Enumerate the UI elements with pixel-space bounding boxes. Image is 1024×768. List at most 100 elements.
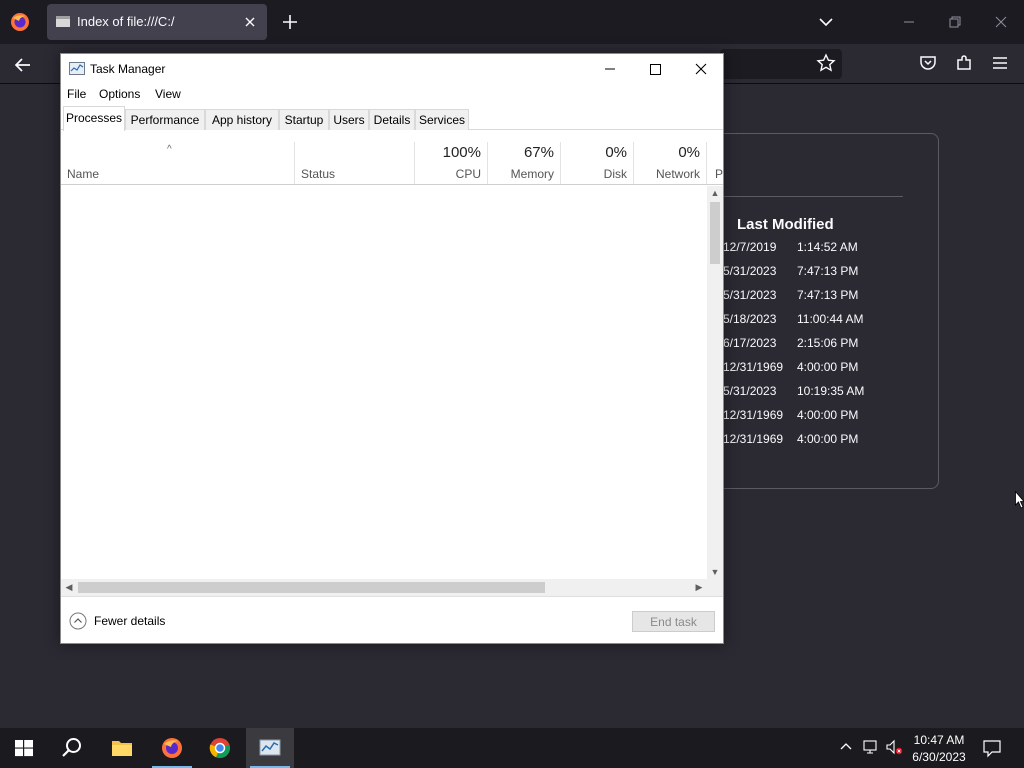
taskbar-firefox[interactable] (148, 728, 196, 768)
column-status[interactable]: Status (295, 142, 415, 184)
column-power-label: P (715, 167, 723, 181)
modified-time: 7:47:13 PM (797, 264, 859, 278)
tab-processes[interactable]: Processes (63, 106, 125, 131)
column-cpu[interactable]: 100% CPU (415, 142, 488, 184)
tab-index-of-file[interactable]: Index of file:///C:/ (47, 4, 267, 40)
disk-percent: 0% (605, 144, 627, 161)
network-percent: 0% (678, 144, 700, 161)
tab-strip: Processes Performance App history Startu… (61, 106, 723, 131)
notification-icon[interactable] (982, 738, 1002, 758)
folder-icon (112, 741, 132, 756)
minimize-icon[interactable] (587, 54, 633, 84)
new-tab-plus-icon[interactable] (280, 12, 300, 32)
menu-bar: File Options View (61, 84, 723, 104)
menu-options[interactable]: Options (99, 87, 140, 101)
volume-muted-icon[interactable] (885, 738, 903, 756)
tab-services[interactable]: Services (415, 109, 469, 130)
modified-time: 7:47:13 PM (797, 288, 859, 302)
end-task-button[interactable]: End task (632, 611, 715, 632)
close-icon[interactable] (678, 54, 724, 84)
chevron-down-icon[interactable] (816, 12, 836, 32)
scroll-right-icon[interactable]: ▶ (691, 582, 707, 593)
maximize-icon[interactable] (632, 54, 678, 84)
taskbar-file-explorer[interactable] (98, 728, 146, 768)
scroll-up-icon[interactable]: ▲ (707, 188, 723, 198)
modified-date: 6/17/2023 (723, 336, 777, 350)
network-icon[interactable] (862, 738, 880, 756)
chrome-icon (209, 738, 230, 759)
last-modified-header[interactable]: Last Modified (737, 216, 834, 233)
firefox-icon (162, 738, 182, 758)
horizontal-scroll-thumb[interactable] (78, 582, 545, 593)
horizontal-scrollbar[interactable]: ◀ ▶ (61, 579, 707, 596)
tab-title: Index of file:///C:/ (77, 14, 175, 29)
modified-date: 12/31/1969 (723, 408, 784, 422)
tab-performance[interactable]: Performance (125, 109, 205, 130)
column-network[interactable]: 0% Network (634, 142, 707, 184)
modified-date: 5/31/2023 (723, 384, 777, 398)
task-manager-icon (259, 739, 281, 756)
chevron-up-icon[interactable] (837, 738, 855, 756)
system-clock[interactable]: 10:47 AM 6/30/2023 (906, 732, 972, 766)
task-manager-icon (69, 62, 85, 75)
modified-date: 5/31/2023 (723, 288, 777, 302)
menu-file[interactable]: File (67, 87, 86, 101)
modified-time: 4:00:00 PM (797, 432, 859, 446)
bookmark-star-icon[interactable] (816, 53, 836, 73)
start-button[interactable] (0, 728, 48, 768)
tab-startup[interactable]: Startup (279, 109, 329, 130)
column-cpu-label: CPU (455, 167, 481, 181)
modified-time: 4:00:00 PM (797, 360, 859, 374)
column-memory-label: Memory (510, 167, 554, 181)
modified-time: 10:19:35 AM (797, 384, 865, 398)
modified-time: 1:14:52 AM (797, 240, 858, 254)
column-status-label: Status (301, 167, 336, 181)
tab-users[interactable]: Users (329, 109, 369, 130)
column-name[interactable]: ^ Name (61, 142, 295, 184)
window-title: Task Manager (90, 62, 166, 76)
menu-view[interactable]: View (155, 87, 181, 101)
search-button[interactable] (48, 728, 96, 768)
hamburger-menu-icon[interactable] (990, 53, 1010, 73)
chevron-up-circle-icon[interactable] (69, 612, 87, 630)
column-disk[interactable]: 0% Disk (561, 142, 634, 184)
tab-details[interactable]: Details (369, 109, 415, 130)
column-memory[interactable]: 67% Memory (488, 142, 561, 184)
back-arrow-icon[interactable] (12, 54, 34, 76)
column-power-partial[interactable]: P (707, 142, 723, 184)
fewer-details-link[interactable]: Fewer details (94, 614, 165, 628)
modified-date: 5/18/2023 (723, 312, 777, 326)
scroll-left-icon[interactable]: ◀ (61, 582, 77, 593)
close-window-icon[interactable] (987, 8, 1015, 36)
column-disk-label: Disk (603, 167, 627, 181)
page-icon (56, 16, 70, 27)
modified-date: 5/31/2023 (723, 264, 777, 278)
minimize-icon[interactable] (895, 8, 923, 36)
taskbar-task-manager[interactable] (246, 728, 294, 768)
firefox-logo-icon[interactable] (9, 11, 31, 33)
sort-ascending-icon: ^ (167, 144, 172, 155)
close-icon[interactable] (241, 13, 259, 31)
mouse-cursor-icon (1015, 491, 1024, 509)
column-name-label: Name (67, 167, 100, 181)
divider (721, 196, 903, 197)
process-list[interactable] (61, 186, 707, 579)
modified-date: 12/31/1969 (723, 432, 784, 446)
modified-date: 12/31/1969 (723, 360, 784, 374)
modified-time: 2:15:06 PM (797, 336, 859, 350)
tab-app-history[interactable]: App history (205, 109, 279, 130)
restore-icon[interactable] (941, 8, 969, 36)
task-manager-window: Task Manager File Options View Processes… (60, 53, 724, 644)
clock-time: 10:47 AM (913, 733, 965, 747)
vertical-scrollbar[interactable]: ▲ ▼ (707, 186, 723, 579)
cpu-percent: 100% (442, 144, 481, 161)
vertical-scroll-thumb[interactable] (710, 202, 720, 264)
modified-date: 12/7/2019 (723, 240, 777, 254)
pocket-icon[interactable] (918, 53, 938, 73)
scroll-corner (707, 579, 723, 596)
clock-date: 6/30/2023 (912, 750, 966, 764)
taskbar-chrome[interactable] (196, 728, 244, 768)
extensions-puzzle-icon[interactable] (954, 53, 974, 73)
scroll-down-icon[interactable]: ▼ (707, 567, 723, 577)
task-manager-titlebar[interactable]: Task Manager (61, 54, 723, 84)
